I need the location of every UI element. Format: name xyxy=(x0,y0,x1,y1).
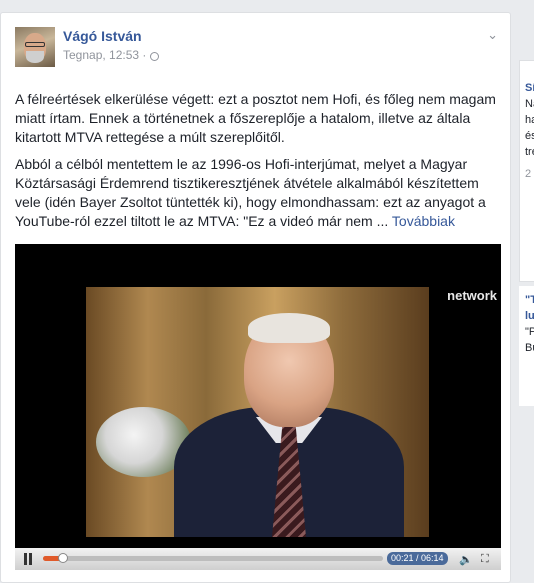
video-frame[interactable] xyxy=(86,287,429,537)
video-watermark: network xyxy=(447,288,497,303)
post-body: A félreértések elkerülése végett: ezt a … xyxy=(15,90,499,239)
video-player[interactable]: network 00:21 / 06:14 🔈 ⛶ xyxy=(15,244,501,570)
globe-icon[interactable] xyxy=(150,51,160,61)
video-progress-track[interactable] xyxy=(43,553,383,563)
avatar-glasses xyxy=(25,42,45,47)
author-avatar[interactable] xyxy=(15,27,55,67)
avatar-beard xyxy=(26,51,44,63)
sidebar-text-3: ha xyxy=(525,114,534,126)
video-controls: 00:21 / 06:14 🔈 ⛶ xyxy=(15,548,501,570)
volume-icon[interactable]: 🔈 xyxy=(459,553,473,566)
fullscreen-icon[interactable]: ⛶ xyxy=(481,553,489,566)
video-time: 00:21 / 06:14 xyxy=(387,552,448,565)
post-timestamp[interactable]: Tegnap, 12:53 · xyxy=(63,48,146,62)
post-paragraph-1: A félreértések elkerülése végett: ezt a … xyxy=(15,91,496,145)
pause-icon[interactable] xyxy=(23,553,33,565)
sidebar-text-10: Bu xyxy=(525,342,534,354)
sidebar-text-5: tre xyxy=(525,146,534,158)
video-progress-handle[interactable] xyxy=(58,553,68,563)
video-hair xyxy=(248,313,330,343)
sidebar-text-9: "P xyxy=(525,326,534,338)
post-paragraph-2: Abból a célból mentettem le az 1996-os H… xyxy=(15,155,499,231)
sidebar-text-1[interactable]: Sí xyxy=(525,82,534,94)
see-more-link[interactable]: Továbbiak xyxy=(392,213,455,229)
author-name[interactable]: Vágó István xyxy=(63,28,142,44)
chevron-down-icon[interactable]: ⌄ xyxy=(487,27,498,43)
sidebar-text-2: Na xyxy=(525,98,534,110)
post-meta: Tegnap, 12:53 · xyxy=(63,48,160,62)
post-card: Vágó István Tegnap, 12:53 · ⌄ A félreért… xyxy=(0,12,511,583)
right-sidebar: Sí Na ha és tre 2 "T lu "P Bu xyxy=(511,0,534,583)
sidebar-text-7[interactable]: "T xyxy=(525,294,534,306)
sidebar-text-6: 2 xyxy=(525,168,532,180)
sidebar-text-4: és xyxy=(525,130,534,142)
sidebar-text-8[interactable]: lu xyxy=(525,310,534,322)
